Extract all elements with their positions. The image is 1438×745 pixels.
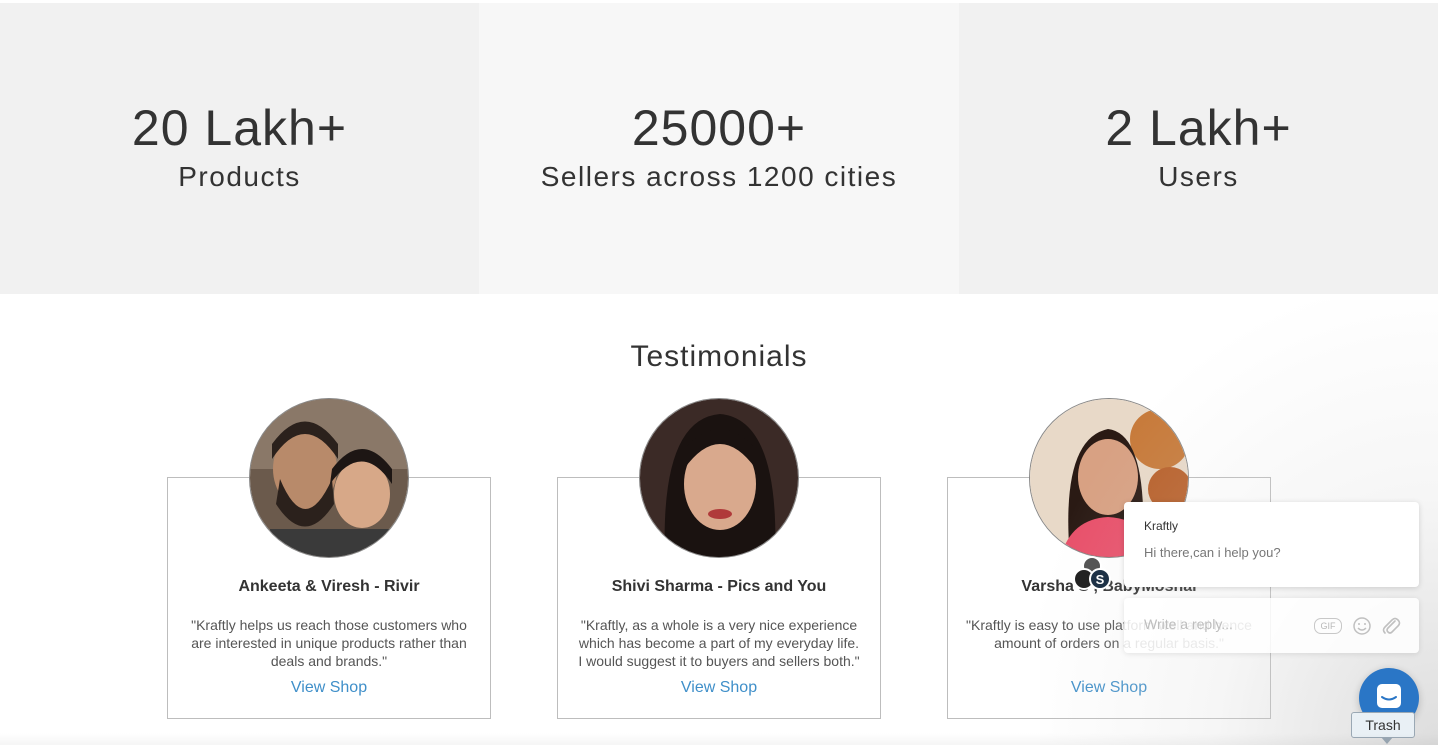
stats-band: 20 Lakh+ Products 25000+ Sellers across … <box>0 3 1438 294</box>
emoji-icon[interactable] <box>1352 616 1372 636</box>
testimonials-heading: Testimonials <box>630 340 808 373</box>
chat-team-avatars: S <box>1072 556 1114 592</box>
chat-reply-input[interactable] <box>1144 616 1309 632</box>
view-shop-link[interactable]: View Shop <box>948 679 1270 697</box>
testimonial-quote: "Kraftly helps us reach those customers … <box>191 617 467 669</box>
testimonial-name: Ankeeta & Viresh - Rivir <box>238 578 420 595</box>
chat-message-text: Hi there,can i help you? <box>1144 545 1281 560</box>
avatar <box>249 398 409 558</box>
testimonial-quote: "Kraftly, as a whole is a very nice expe… <box>578 617 860 669</box>
stat-products: 20 Lakh+ Products <box>0 3 479 294</box>
svg-text:S: S <box>1096 572 1105 587</box>
stat-value: 25000+ <box>631 100 807 156</box>
testimonial-card: Ankeeta & Viresh - Rivir "Kraftly helps … <box>167 398 491 719</box>
stat-value: 2 Lakh+ <box>1105 100 1292 156</box>
paperclip-icon[interactable] <box>1381 615 1401 637</box>
bottom-edge-shadow <box>0 733 1438 745</box>
view-shop-link[interactable]: View Shop <box>558 679 880 697</box>
stat-value: 20 Lakh+ <box>131 100 348 156</box>
chat-sender-name: Kraftly <box>1144 519 1179 533</box>
stat-sellers: 25000+ Sellers across 1200 cities <box>479 3 959 294</box>
testimonial-name: Shivi Sharma - Pics and You <box>611 578 827 595</box>
view-shop-link[interactable]: View Shop <box>168 679 490 697</box>
testimonial-card: Shivi Sharma - Pics and You "Kraftly, as… <box>557 398 881 719</box>
avatar <box>639 398 799 558</box>
chat-reply-box: GIF <box>1124 598 1419 653</box>
stat-label: Products <box>178 161 301 192</box>
stat-users: 2 Lakh+ Users <box>959 3 1438 294</box>
stat-label: Sellers across 1200 cities <box>540 161 898 192</box>
gif-button[interactable]: GIF <box>1314 618 1342 634</box>
stat-label: Users <box>1158 161 1239 192</box>
chat-message-bubble[interactable]: Kraftly Hi there,can i help you? <box>1124 502 1419 587</box>
